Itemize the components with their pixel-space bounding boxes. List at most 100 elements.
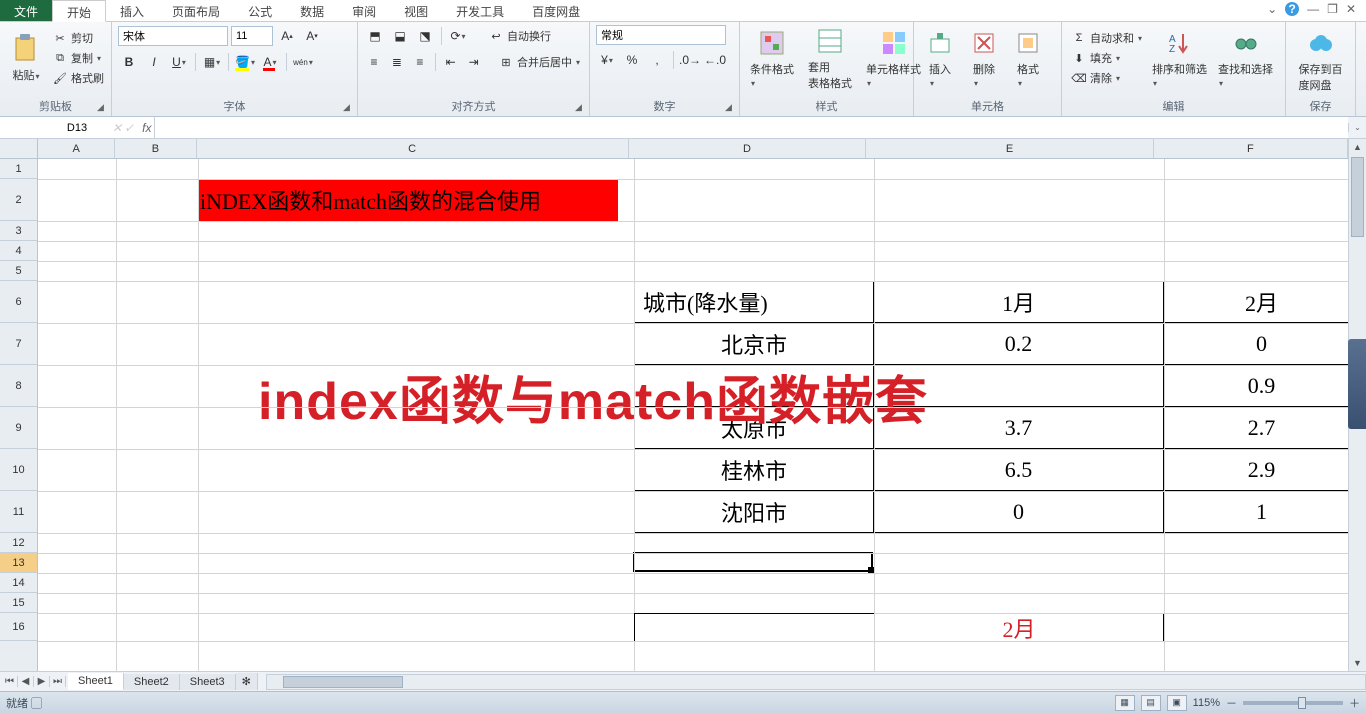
align-center-icon[interactable]: ≣ — [387, 51, 407, 73]
align-bottom-icon[interactable]: ⬔ — [414, 25, 436, 47]
col-header-F[interactable]: F — [1154, 139, 1348, 158]
decrease-font-icon[interactable]: A▾ — [301, 25, 323, 47]
insert-cells-button[interactable]: 插入▾ — [920, 25, 960, 91]
zoom-knob[interactable] — [1298, 697, 1306, 709]
table-header[interactable]: 城市(降水量) — [634, 281, 874, 323]
increase-font-icon[interactable]: A▴ — [276, 25, 298, 47]
cell-e16[interactable]: 2月 — [874, 613, 1164, 641]
font-launcher[interactable]: ◢ — [343, 102, 355, 114]
row-header-15[interactable]: 15 — [0, 593, 37, 613]
row-header-2[interactable]: 2 — [0, 179, 37, 221]
fill-button[interactable]: ⬇填充▾ — [1068, 49, 1145, 67]
italic-button[interactable]: I — [143, 51, 165, 73]
column-headers[interactable]: ABCDEF — [38, 139, 1348, 159]
select-all-corner[interactable] — [0, 139, 38, 159]
row-header-11[interactable]: 11 — [0, 491, 37, 533]
table-cell[interactable]: 2.9 — [1164, 449, 1360, 491]
tab-view[interactable]: 视图 — [390, 0, 442, 21]
sheet-nav-last[interactable]: ⏭ — [50, 676, 66, 687]
percent-icon[interactable]: % — [621, 49, 643, 71]
align-top-icon[interactable]: ⬒ — [364, 25, 386, 47]
row-header-14[interactable]: 14 — [0, 573, 37, 593]
zoom-level[interactable]: 115% — [1193, 697, 1220, 709]
tab-review[interactable]: 审阅 — [338, 0, 390, 21]
row-header-4[interactable]: 4 — [0, 241, 37, 261]
bold-button[interactable]: B — [118, 51, 140, 73]
horizontal-scrollbar[interactable] — [266, 674, 1366, 690]
align-right-icon[interactable]: ≡ — [410, 51, 430, 73]
spreadsheet-grid[interactable]: ABCDEF 12345678910111213141516 iNDEX函数和m… — [0, 139, 1366, 671]
format-cells-button[interactable]: 格式▾ — [1008, 25, 1048, 91]
font-name-select[interactable] — [118, 26, 228, 46]
cancel-formula-icon[interactable]: ✕ — [112, 121, 122, 135]
increase-decimal-icon[interactable]: .0→ — [679, 49, 701, 71]
col-header-E[interactable]: E — [866, 139, 1153, 158]
zoom-slider[interactable] — [1243, 701, 1343, 705]
zoom-in-button[interactable]: ＋ — [1349, 695, 1360, 711]
sheet-nav-first[interactable]: ⏮ — [2, 676, 18, 687]
sheet-nav-prev[interactable]: ◀ — [18, 676, 34, 687]
col-header-C[interactable]: C — [197, 139, 629, 158]
vscroll-thumb[interactable] — [1351, 157, 1364, 237]
row-header-6[interactable]: 6 — [0, 281, 37, 323]
save-baidu-button[interactable]: 保存到百 度网盘 — [1292, 25, 1349, 95]
align-left-icon[interactable]: ≡ — [364, 51, 384, 73]
tab-layout[interactable]: 页面布局 — [158, 0, 234, 21]
table-cell[interactable]: 桂林市 — [634, 449, 874, 491]
view-pagebreak-icon[interactable]: ▣ — [1167, 695, 1187, 711]
row-header-13[interactable]: 13 — [0, 553, 37, 573]
number-format-select[interactable] — [596, 25, 726, 45]
row-header-12[interactable]: 12 — [0, 533, 37, 553]
align-middle-icon[interactable]: ⬓ — [389, 25, 411, 47]
col-header-D[interactable]: D — [629, 139, 867, 158]
fx-icon[interactable]: fx — [138, 121, 155, 135]
sort-filter-button[interactable]: AZ排序和筛选▾ — [1148, 25, 1211, 91]
row-header-10[interactable]: 10 — [0, 449, 37, 491]
find-select-button[interactable]: 查找和选择▾ — [1214, 25, 1277, 91]
table-cell[interactable]: 0 — [1164, 323, 1360, 365]
confirm-formula-icon[interactable]: ✓ — [124, 121, 134, 135]
sheet-tab-3[interactable]: Sheet3 — [180, 674, 236, 690]
tab-dev[interactable]: 开发工具 — [442, 0, 518, 21]
tab-baidu[interactable]: 百度网盘 — [518, 0, 594, 21]
autosum-button[interactable]: Σ自动求和▾ — [1068, 29, 1145, 47]
row-header-3[interactable]: 3 — [0, 221, 37, 241]
align-launcher[interactable]: ◢ — [575, 102, 587, 114]
phonetic-button[interactable]: wén▾ — [292, 51, 314, 73]
decrease-decimal-icon[interactable]: ←.0 — [704, 49, 726, 71]
merge-center-button[interactable]: ⊞合并后居中▾ — [495, 53, 583, 71]
close-window-icon[interactable]: ✕ — [1346, 2, 1356, 16]
scroll-down-icon[interactable]: ▼ — [1349, 655, 1366, 671]
table-cell[interactable]: 0.9 — [1164, 365, 1360, 407]
restore-icon[interactable]: ❐ — [1327, 2, 1338, 16]
sheet-tab-1[interactable]: Sheet1 — [68, 673, 124, 690]
font-color-button[interactable]: A▾ — [259, 51, 281, 73]
table-cell[interactable]: 1 — [1164, 491, 1360, 533]
formula-input[interactable] — [155, 117, 1348, 138]
fill-color-button[interactable]: 🪣▾ — [234, 51, 256, 73]
indent-increase-icon[interactable]: ⇥ — [464, 51, 484, 73]
tab-insert[interactable]: 插入 — [106, 0, 158, 21]
col-header-B[interactable]: B — [115, 139, 196, 158]
table-header[interactable]: 1月 — [874, 281, 1164, 323]
copy-button[interactable]: ⧉复制▾ — [49, 49, 107, 67]
format-table-button[interactable]: 套用 表格格式 — [804, 23, 856, 93]
row-header-5[interactable]: 5 — [0, 261, 37, 281]
table-cell[interactable]: 2.7 — [1164, 407, 1360, 449]
comma-icon[interactable]: , — [646, 49, 668, 71]
table-header[interactable]: 2月 — [1164, 281, 1360, 323]
tab-home[interactable]: 开始 — [52, 0, 106, 22]
zoom-out-button[interactable]: － — [1226, 695, 1237, 711]
row-headers[interactable]: 12345678910111213141516 — [0, 159, 38, 671]
clear-button[interactable]: ⌫清除▾ — [1068, 69, 1145, 87]
clipboard-launcher[interactable]: ◢ — [97, 102, 109, 114]
number-launcher[interactable]: ◢ — [725, 102, 737, 114]
border-button[interactable]: ▦▾ — [201, 51, 223, 73]
conditional-format-button[interactable]: 条件格式▾ — [746, 25, 798, 91]
hscroll-thumb[interactable] — [283, 676, 403, 688]
banner-cell[interactable]: iNDEX函数和match函数的混合使用 — [198, 179, 618, 221]
macro-record-icon[interactable]: ▢ — [31, 698, 42, 710]
sheet-tab-2[interactable]: Sheet2 — [124, 674, 180, 690]
row-header-9[interactable]: 9 — [0, 407, 37, 449]
row-header-7[interactable]: 7 — [0, 323, 37, 365]
